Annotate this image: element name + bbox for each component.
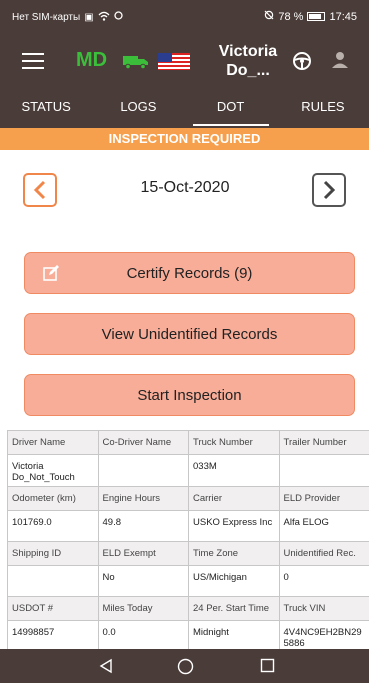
table-cell-label: ELD Exempt [97,541,189,566]
app-bar: MD Victoria Do_... [0,34,369,88]
home-icon[interactable] [177,658,194,680]
edit-icon [43,265,59,285]
table-cell-label: ELD Provider [278,486,369,511]
table-row: No US/Michigan 0 [7,565,369,597]
start-inspection-button[interactable]: Start Inspection [24,374,355,416]
sim-icon: ▣ [84,12,94,23]
wifi-icon [98,11,110,24]
table-cell-value: USKO Express Inc [188,510,280,542]
table-cell-value: 49.8 [97,510,189,542]
table-row: 14998857 0.0 Midnight 4V4NC9EH2BN295886 [7,620,369,653]
us-flag-icon[interactable] [158,53,190,70]
system-navigation-bar [0,649,369,683]
system-status-bar: Нет SIM-карты ▣ 78 % 17:45 [0,0,369,34]
table-cell-label: Co-Driver Name [97,430,189,455]
driver-name: Victoria Do_... [218,43,278,79]
tab-rules[interactable]: RULES [277,88,369,128]
carrier-label: Нет SIM-карты [12,12,81,23]
table-cell-label: 24 Per. Start Time [188,596,280,621]
table-cell-value: 0.0 [97,620,189,653]
table-cell-label: Time Zone [188,541,280,566]
alarm-off-icon [264,10,274,23]
table-cell-value: No [97,565,189,597]
next-day-button[interactable] [312,173,346,207]
table-header-row: Driver Name Co-Driver Name Truck Number … [7,430,369,455]
location-icon [113,11,123,24]
inspection-banner: INSPECTION REQUIRED [0,128,369,150]
tab-logs[interactable]: LOGS [92,88,184,128]
tab-dot[interactable]: DOT [185,88,277,128]
table-cell-value: 0 [278,565,369,597]
table-cell-label: USDOT # [7,596,99,621]
user-icon[interactable] [330,51,350,74]
table-cell-value: Victoria Do_Not_Touch [7,454,99,487]
table-row: Victoria Do_Not_Touch 033M [7,454,369,487]
table-cell-value: US/Michigan [188,565,280,597]
table-cell-label: Unidentified Rec. [278,541,369,566]
table-cell-label: Carrier [188,486,280,511]
table-cell-label: Driver Name [7,430,99,455]
steering-wheel-icon[interactable] [292,51,312,76]
table-cell-value: 033M [188,454,280,487]
table-header-row: USDOT # Miles Today 24 Per. Start Time T… [7,596,369,621]
selected-date: 15-Oct-2020 [140,179,230,196]
certify-records-button[interactable]: Certify Records (9) [24,252,355,294]
table-cell-label: Truck Number [188,430,280,455]
back-icon[interactable] [98,658,114,679]
table-cell-value: Midnight [188,620,280,653]
tab-status[interactable]: STATUS [0,88,92,128]
table-header-row: Odometer (km) Engine Hours Carrier ELD P… [7,486,369,511]
inspection-info-table: Driver Name Co-Driver Name Truck Number … [7,430,369,653]
table-cell-value [278,454,369,487]
clock: 17:45 [329,10,357,23]
table-row: 101769.0 49.8 USKO Express Inc Alfa ELOG [7,510,369,542]
table-header-row: Shipping ID ELD Exempt Time Zone Unident… [7,541,369,566]
tab-bar: STATUS LOGS DOT RULES [0,88,369,128]
table-cell-label: Truck VIN [278,596,369,621]
table-cell-value [97,454,189,487]
view-unidentified-records-button[interactable]: View Unidentified Records [24,313,355,355]
chevron-left-icon [33,180,46,200]
table-cell-label: Odometer (km) [7,486,99,511]
table-cell-label: Shipping ID [7,541,99,566]
recents-icon[interactable] [260,658,275,678]
battery-percent: 78 % [278,10,304,23]
table-cell-label: Trailer Number [278,430,369,455]
table-cell-value [7,565,99,597]
table-cell-label: Engine Hours [97,486,189,511]
chevron-right-icon [323,180,336,200]
battery-icon [307,12,326,21]
truck-icon[interactable] [123,55,149,74]
table-cell-value: 4V4NC9EH2BN295886 [278,620,369,653]
table-cell-value: 14998857 [7,620,99,653]
table-cell-label: Miles Today [97,596,189,621]
certify-records-label: Certify Records (9) [126,264,253,282]
table-cell-value: Alfa ELOG [278,510,369,542]
region-badge: MD [76,49,108,71]
menu-icon[interactable] [22,53,44,69]
previous-day-button[interactable] [23,173,57,207]
table-cell-value: 101769.0 [7,510,99,542]
